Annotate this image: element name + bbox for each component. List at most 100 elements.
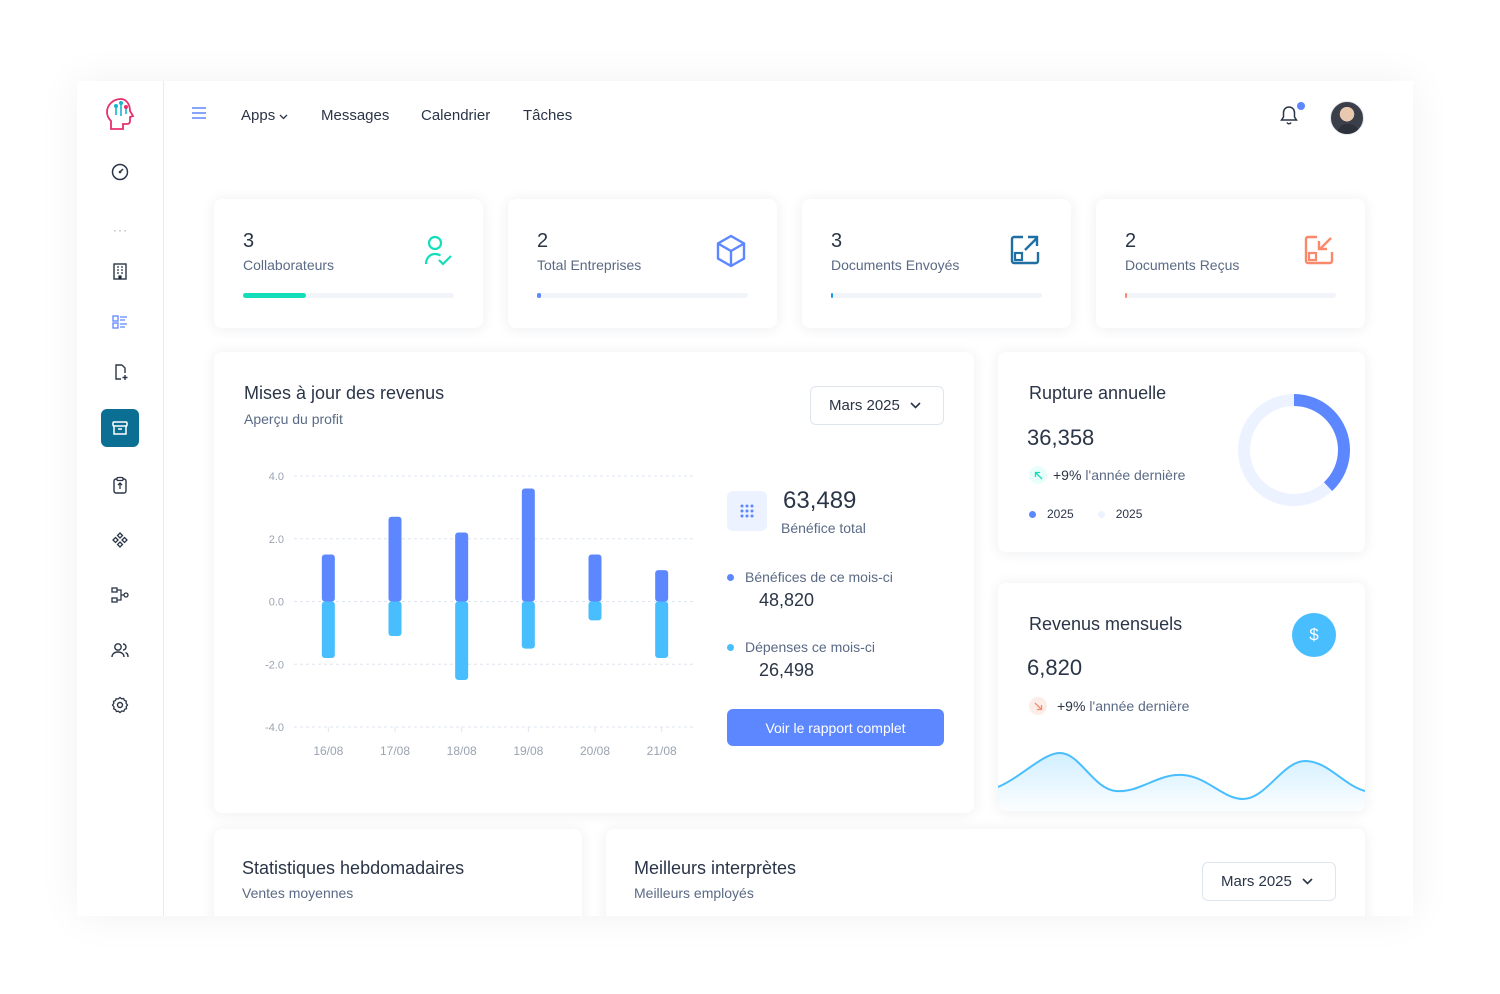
monthly-revenue-card: Revenus mensuels $ 6,820 +9% l'année der… xyxy=(998,583,1365,811)
arrow-down-right-icon xyxy=(1029,697,1047,715)
nav-apps-label: Apps xyxy=(241,107,276,124)
file-plus-icon[interactable] xyxy=(101,353,139,391)
expense-label: Dépenses ce mois-ci xyxy=(745,639,875,655)
expense-legend: Dépenses ce mois-ci xyxy=(727,639,875,655)
y-tick-label: 4.0 xyxy=(269,471,284,483)
total-profit-label: Bénéfice total xyxy=(781,520,866,536)
hierarchy-icon[interactable] xyxy=(101,576,139,614)
x-tick-label: 16/08 xyxy=(313,744,343,758)
progress-bar xyxy=(537,293,748,298)
profit-bar xyxy=(455,532,469,602)
stat-value: 3 xyxy=(831,230,843,252)
performers-title: Meilleurs interprètes xyxy=(634,858,797,878)
stat-card-sent-documents: 3 Documents Envoyés xyxy=(802,199,1071,328)
profit-bar xyxy=(588,554,602,602)
x-tick-label: 21/08 xyxy=(647,744,677,758)
annual-change-value: +9% xyxy=(1053,467,1082,483)
profit-legend: Bénéfices de ce mois-ci xyxy=(727,569,893,585)
stat-value: 2 xyxy=(1125,230,1137,252)
grid-dots-icon xyxy=(727,491,767,531)
users-icon[interactable] xyxy=(101,631,139,669)
nav-tasks[interactable]: Tâches xyxy=(523,107,572,124)
progress-bar xyxy=(831,293,1042,298)
nav-calendar[interactable]: Calendrier xyxy=(421,107,490,124)
progress-bar xyxy=(1125,293,1336,298)
stat-card-received-documents: 2 Documents Reçus xyxy=(1096,199,1365,328)
app-frame: ··· Apps Messages Calendrier Tâches 3 Co… xyxy=(77,81,1413,916)
dollar-icon: $ xyxy=(1292,613,1336,657)
profit-bar xyxy=(388,516,402,602)
annual-title: Rupture annuelle xyxy=(1029,383,1167,403)
x-tick-label: 20/08 xyxy=(580,744,610,758)
weekly-stats-card: Statistiques hebdomadaires Ventes moyenn… xyxy=(214,829,582,916)
full-report-button[interactable]: Voir le rapport complet xyxy=(727,709,944,746)
profit-bar xyxy=(321,554,335,602)
month-dropdown-label: Mars 2025 xyxy=(1221,873,1292,890)
chevron-down-icon xyxy=(910,402,921,409)
monthly-title: Revenus mensuels xyxy=(1029,614,1183,634)
nav-messages[interactable]: Messages xyxy=(321,107,389,124)
y-tick-label: 0.0 xyxy=(269,597,284,609)
user-check-icon xyxy=(423,234,453,273)
y-tick-label: 2.0 xyxy=(269,534,284,546)
annual-change-text: l'année dernière xyxy=(1085,467,1186,483)
annual-donut-chart xyxy=(1238,394,1350,506)
avatar[interactable] xyxy=(1330,101,1364,135)
cube-icon xyxy=(715,234,747,273)
profit-bar xyxy=(655,570,669,602)
bell-icon[interactable] xyxy=(1279,104,1299,131)
expense-bar xyxy=(455,601,469,680)
legend-dot xyxy=(727,573,734,581)
annual-value: 36,358 xyxy=(1027,425,1095,450)
chevron-down-icon xyxy=(1302,878,1313,885)
stat-label: Total Entreprises xyxy=(537,257,642,273)
stat-value: 2 xyxy=(537,230,549,252)
components-icon[interactable] xyxy=(101,521,139,559)
expense-bar xyxy=(588,601,602,621)
annual-breakdown-card: Rupture annuelle 36,358 +9% l'année dern… xyxy=(998,352,1365,552)
stat-label: Documents Envoyés xyxy=(831,257,960,273)
legend-dot xyxy=(727,643,734,651)
expense-bar xyxy=(388,601,402,637)
month-dropdown-label: Mars 2025 xyxy=(829,397,900,414)
expense-value: 26,498 xyxy=(759,660,815,680)
annual-legend: 2025 2025 xyxy=(1029,507,1142,521)
monthly-value: 6,820 xyxy=(1027,655,1083,680)
progress-fill xyxy=(831,293,834,298)
revenue-card: Mises à jour des revenus Aperçu du profi… xyxy=(214,352,974,813)
annual-change: +9% l'année dernière xyxy=(1029,466,1185,484)
profit-value: 48,820 xyxy=(759,590,815,610)
arrow-down-left-box-icon xyxy=(1303,234,1335,271)
dashboard-icon[interactable] xyxy=(101,153,139,191)
expense-bar xyxy=(521,601,535,649)
legend-label: 2025 xyxy=(1047,507,1074,521)
x-tick-label: 19/08 xyxy=(513,744,543,758)
list-details-icon[interactable] xyxy=(101,303,139,341)
monthly-change: +9% l'année dernière xyxy=(1029,697,1189,715)
expense-bar xyxy=(321,601,335,658)
clipboard-icon[interactable] xyxy=(101,466,139,504)
stat-value: 3 xyxy=(243,230,255,252)
hamburger-menu-icon[interactable] xyxy=(191,106,207,125)
progress-fill xyxy=(243,293,307,298)
stat-label: Collaborateurs xyxy=(243,257,335,273)
total-profit-value: 63,489 xyxy=(783,487,857,514)
sidebar-separator: ··· xyxy=(113,223,128,237)
legend-dot xyxy=(1097,510,1105,518)
brain-logo-icon[interactable] xyxy=(102,95,140,140)
progress-fill xyxy=(537,293,542,298)
month-dropdown[interactable]: Mars 2025 xyxy=(810,386,944,425)
archive-icon[interactable] xyxy=(101,409,139,447)
weekly-subtitle: Ventes moyennes xyxy=(242,885,354,901)
weekly-title: Statistiques hebdomadaires xyxy=(242,858,465,878)
profit-bar xyxy=(521,488,535,602)
performers-month-dropdown[interactable]: Mars 2025 xyxy=(1202,862,1336,901)
revenue-subtitle: Aperçu du profit xyxy=(244,411,343,427)
nav-apps[interactable]: Apps xyxy=(241,107,288,124)
settings-gear-icon[interactable] xyxy=(101,686,139,724)
revenue-bar-chart: 4.0 2.0 0.0 -2.0 -4.0 16/08 17/08 18/08 19/08 20/… xyxy=(265,471,694,758)
profit-label: Bénéfices de ce mois-ci xyxy=(745,569,893,585)
legend-dot xyxy=(1029,510,1036,518)
monthly-sparkline xyxy=(998,751,1365,811)
building-icon[interactable] xyxy=(101,252,139,290)
